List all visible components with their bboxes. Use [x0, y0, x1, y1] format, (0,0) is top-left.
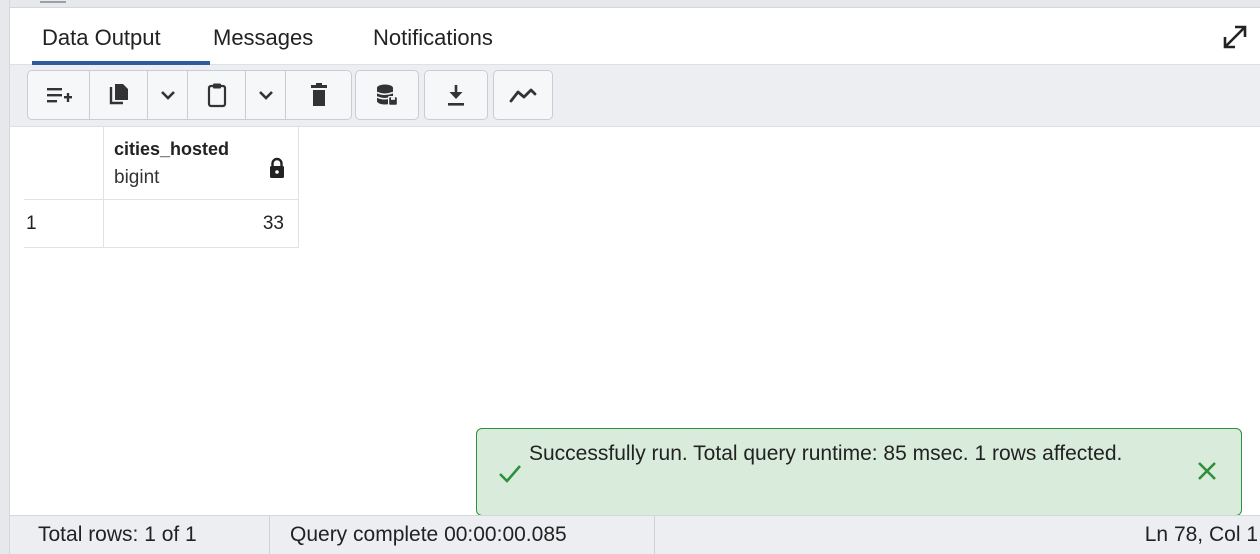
graph-visualiser-button[interactable] [494, 71, 552, 119]
paste-button[interactable] [188, 71, 246, 119]
chevron-down-icon [258, 91, 273, 100]
paste-options-dropdown[interactable] [246, 71, 286, 119]
total-rows-status: Total rows: 1 of 1 [10, 516, 270, 554]
query-tool-output-panel: Data Output Messages Notifications citie… [0, 0, 1260, 554]
tab-data-output[interactable]: Data Output [32, 8, 210, 65]
add-row-button[interactable] [28, 71, 90, 119]
data-output-toolbar [10, 65, 1260, 127]
line-graph-icon [509, 88, 537, 103]
copy-button[interactable] [90, 71, 148, 119]
tab-messages[interactable]: Messages [213, 8, 353, 65]
grid-corner-cell[interactable] [24, 127, 104, 200]
check-icon [499, 465, 521, 483]
row-number-cell[interactable]: 1 [24, 200, 104, 248]
column-type: bigint [114, 167, 160, 188]
database-save-icon [376, 84, 398, 106]
left-edge [0, 0, 10, 554]
copy-icon [109, 84, 128, 105]
trash-icon [310, 83, 327, 106]
paste-icon [207, 83, 226, 108]
chevron-down-icon [160, 91, 175, 100]
success-notification: Successfully run. Total query runtime: 8… [476, 428, 1242, 516]
tab-bar: Data Output Messages Notifications [10, 8, 1260, 65]
download-button-group [424, 70, 488, 120]
save-data-button-group [355, 70, 419, 120]
top-strip [10, 0, 1260, 8]
edit-button-group [27, 70, 352, 120]
copy-options-dropdown[interactable] [148, 71, 188, 119]
graph-button-group [493, 70, 553, 120]
download-icon [448, 85, 464, 106]
download-button[interactable] [425, 71, 487, 119]
query-complete-status: Query complete 00:00:00.085 [270, 516, 655, 554]
delete-button[interactable] [286, 71, 351, 119]
expand-arrows-icon[interactable] [1220, 22, 1250, 52]
cursor-position-status: Ln 78, Col 1 [1144, 523, 1258, 546]
lock-icon [270, 157, 284, 178]
save-data-button[interactable] [356, 71, 418, 119]
close-icon[interactable] [1195, 459, 1219, 483]
notification-message: Successfully run. Total query runtime: 8… [529, 442, 1123, 465]
column-header-cities-hosted[interactable]: cities_hosted bigint [104, 127, 299, 200]
tab-notifications[interactable]: Notifications [373, 8, 538, 65]
column-name: cities_hosted [114, 139, 230, 159]
grid-cell[interactable]: 33 [104, 200, 299, 248]
add-row-icon [46, 88, 72, 103]
resize-handle[interactable] [40, 0, 66, 3]
status-bar: Total rows: 1 of 1 Query complete 00:00:… [10, 515, 1260, 554]
